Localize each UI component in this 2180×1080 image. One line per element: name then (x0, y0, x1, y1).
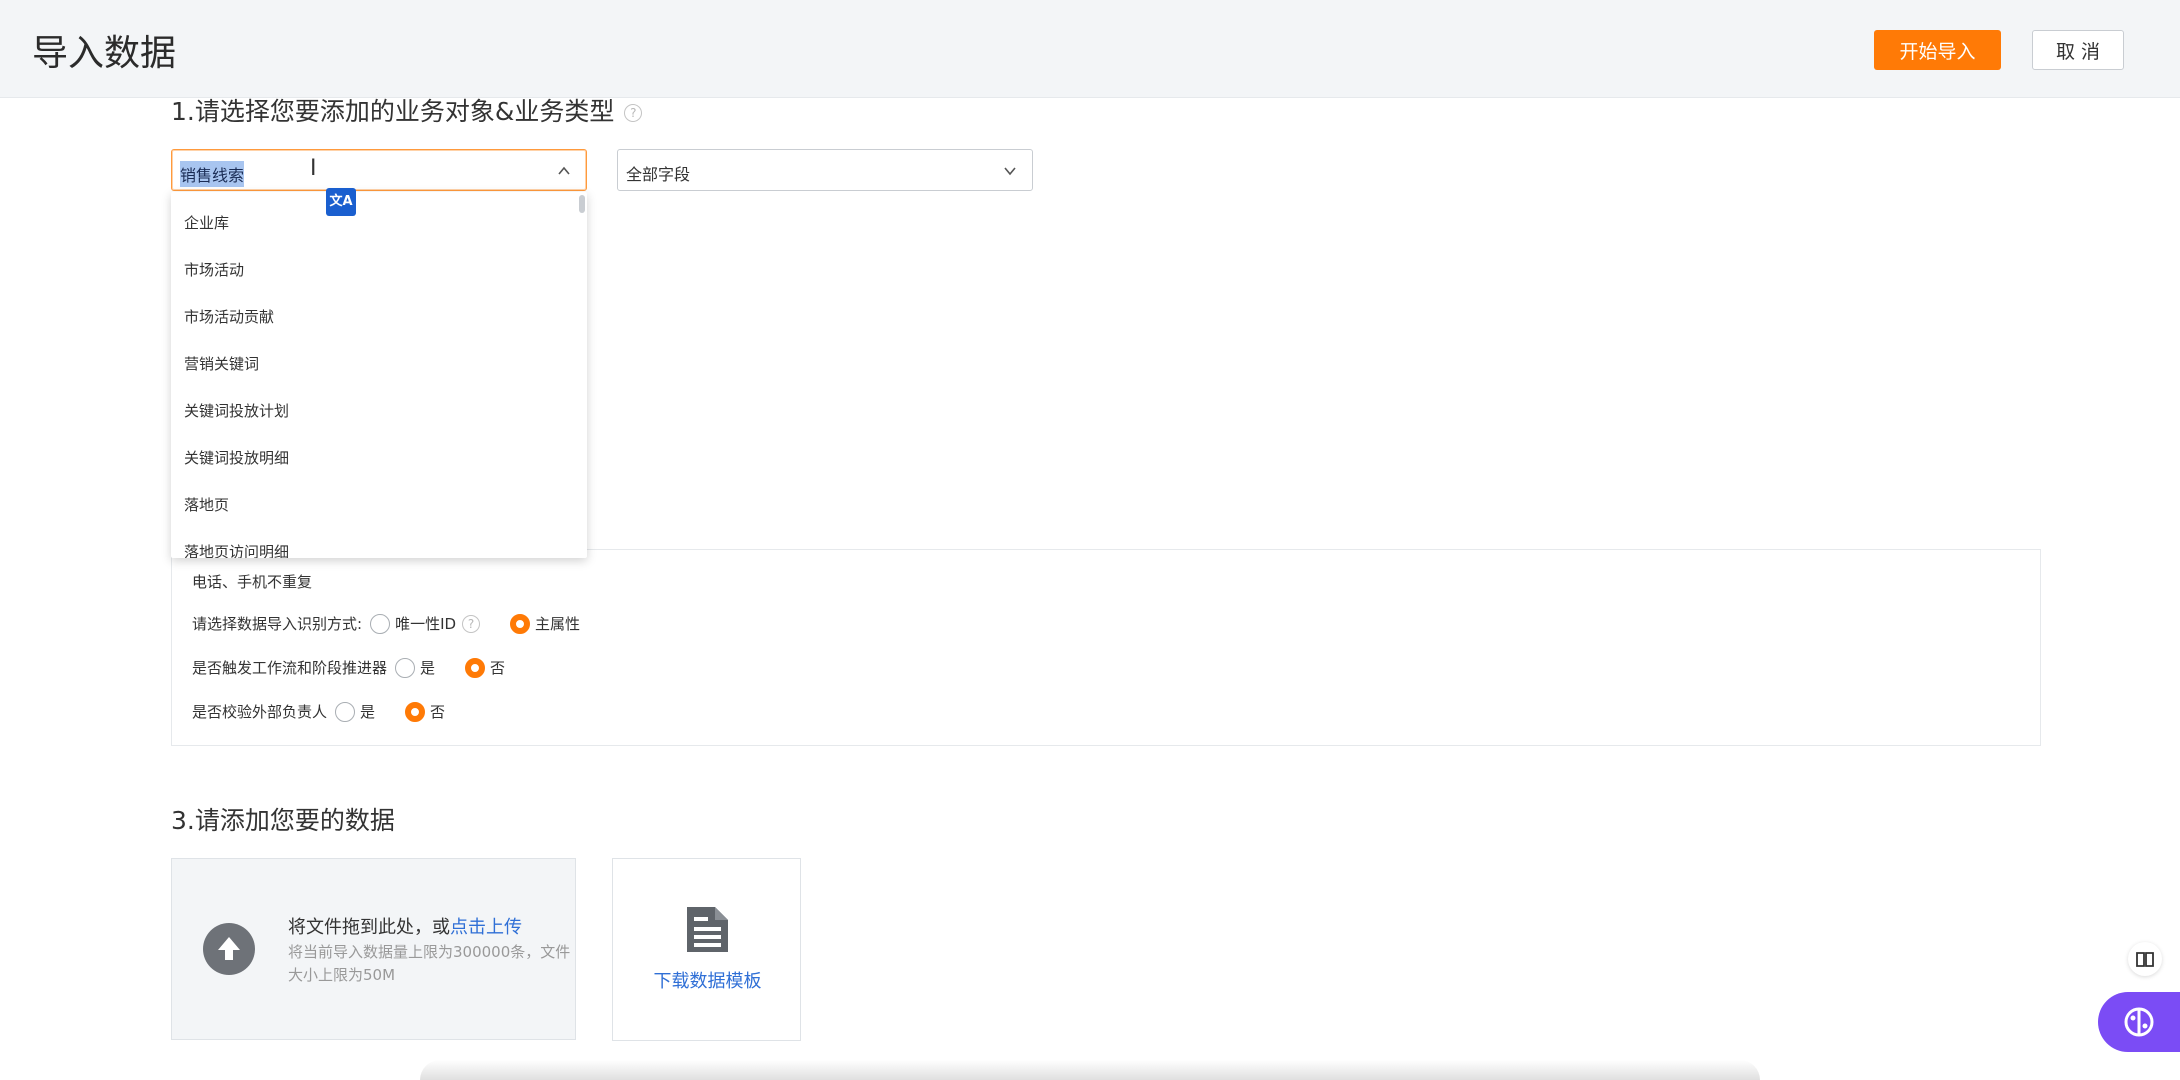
radio-workflow-yes-label[interactable]: 是 (420, 657, 435, 678)
radio-workflow-no[interactable] (465, 657, 486, 678)
document-icon (687, 907, 728, 952)
dropdown-option[interactable]: 关键词投放明细 (184, 447, 289, 468)
type-select-value[interactable]: 全部字段 (626, 161, 690, 185)
type-select[interactable]: 全部字段 (617, 149, 1033, 191)
help-icon[interactable]: ? (624, 104, 643, 122)
text-cursor-icon: I (310, 156, 317, 181)
help-icon[interactable]: ? (462, 614, 481, 633)
radio-owner-yes-label[interactable]: 是 (360, 701, 375, 722)
dedupe-note-text: 电话、手机不重复 (192, 573, 313, 591)
workflow-trigger-row: 是否触发工作流和阶段推进器 是 否 (192, 657, 505, 678)
dropdown-option[interactable]: 企业库 (184, 212, 229, 233)
radio-owner-no[interactable] (405, 701, 426, 722)
radio-unique-id[interactable] (370, 613, 391, 634)
upload-limit-hint: 将当前导入数据量上限为300000条，文件大小上限为50M (288, 943, 571, 984)
radio-main-attribute[interactable] (510, 613, 531, 634)
radio-workflow-no-label[interactable]: 否 (490, 657, 505, 678)
page-title: 导入数据 (32, 33, 177, 74)
radio-unique-id-label[interactable]: 唯一性ID (395, 613, 456, 634)
dedupe-note: 电话、手机不重复 (192, 571, 312, 592)
section-1-title-text: 1.请选择您要添加的业务对象&业务类型 (171, 97, 615, 126)
dropdown-scrollbar[interactable] (579, 195, 585, 213)
owner-check-label: 是否校验外部负责人 (192, 703, 328, 721)
import-options-panel: 电话、手机不重复 请选择数据导入识别方式: 唯一性ID ? 主属性 是否触发工作… (171, 549, 2041, 746)
object-select-value[interactable]: 销售线索 (180, 161, 245, 187)
click-upload-link[interactable]: 点击上传 (450, 917, 522, 938)
translate-icon[interactable]: 文A (326, 188, 356, 216)
workflow-trigger-label: 是否触发工作流和阶段推进器 (192, 659, 388, 677)
bottom-shadow (420, 1060, 1760, 1080)
file-drop-zone[interactable]: 将文件拖到此处，或点击上传 将当前导入数据量上限为300000条，文件大小上限为… (171, 858, 576, 1040)
upload-arrow-icon (203, 923, 255, 975)
download-template-label[interactable]: 下载数据模板 (613, 967, 802, 993)
dropdown-option[interactable]: 营销关键词 (184, 353, 259, 374)
dropdown-option[interactable]: 关键词投放计划 (184, 400, 289, 421)
radio-owner-no-label[interactable]: 否 (430, 701, 445, 722)
section-1-title: 1.请选择您要添加的业务对象&业务类型? (171, 92, 643, 128)
chevron-down-icon (1004, 167, 1016, 176)
download-template-button[interactable]: 下载数据模板 (612, 858, 801, 1041)
dropdown-option[interactable]: 市场活动 (184, 259, 244, 280)
start-import-button[interactable]: 开始导入 (1874, 30, 2001, 70)
object-select[interactable]: 销售线索 (171, 149, 587, 191)
upload-instruction: 将文件拖到此处，或点击上传 (288, 913, 522, 939)
dropdown-option[interactable]: 落地页 (184, 494, 229, 515)
object-dropdown-list[interactable]: 企业库 市场活动 市场活动贡献 营销关键词 关键词投放计划 关键词投放明细 落地… (171, 192, 587, 558)
brain-icon[interactable] (2098, 992, 2180, 1052)
section-3-title: 3.请添加您要的数据 (171, 806, 395, 835)
owner-check-row: 是否校验外部负责人 是 否 (192, 701, 445, 722)
radio-main-attribute-label[interactable]: 主属性 (535, 613, 580, 634)
dropdown-option[interactable]: 落地页访问明细 (184, 541, 289, 558)
identify-method-row: 请选择数据导入识别方式: 唯一性ID ? 主属性 (192, 613, 580, 634)
upload-text: 将文件拖到此处，或 (288, 917, 450, 938)
radio-workflow-yes[interactable] (395, 657, 416, 678)
page-header: 导入数据 开始导入 取 消 (0, 0, 2180, 98)
identify-method-label: 请选择数据导入识别方式: (192, 615, 363, 633)
dropdown-option[interactable]: 市场活动贡献 (184, 306, 274, 327)
book-icon[interactable] (2128, 942, 2162, 976)
radio-owner-yes[interactable] (335, 701, 356, 722)
chevron-up-icon (558, 166, 570, 175)
cancel-button[interactable]: 取 消 (2032, 30, 2124, 70)
